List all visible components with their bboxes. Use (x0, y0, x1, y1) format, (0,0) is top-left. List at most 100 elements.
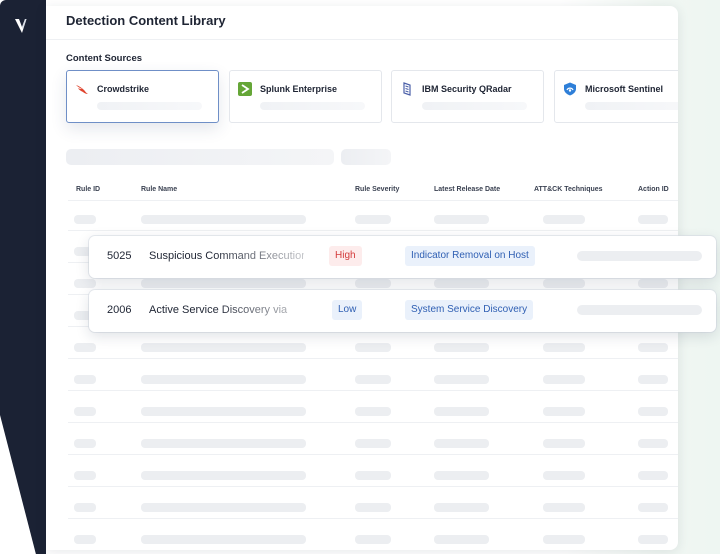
table-cell-placeholder (355, 215, 391, 224)
source-name: Splunk Enterprise (260, 84, 338, 94)
table-cell-placeholder (74, 375, 96, 384)
table-cell-placeholder (355, 535, 391, 544)
source-card-splunk[interactable]: Splunk Enterprise (229, 70, 382, 123)
row-divider (68, 390, 678, 391)
table-cell-placeholder (355, 343, 391, 352)
table-cell-placeholder (638, 343, 668, 352)
table-cell-placeholder (543, 215, 585, 224)
table-row-highlighted[interactable]: 2006 Active Service Discovery via Low Sy… (89, 290, 716, 332)
table-cell-placeholder (434, 343, 489, 352)
table-header-divider (68, 200, 678, 201)
row-divider (68, 518, 678, 519)
sidebar (0, 0, 46, 554)
column-header-rule-severity[interactable]: Rule Severity (355, 186, 399, 193)
source-subtitle-placeholder (585, 102, 678, 110)
row-divider (68, 422, 678, 423)
attack-technique-tag[interactable]: System Service Discovery (405, 300, 534, 320)
table-cell-placeholder (434, 535, 489, 544)
row-divider (68, 486, 678, 487)
table-cell-placeholder (638, 503, 668, 512)
table-cell-placeholder (638, 215, 668, 224)
table-cell-placeholder (638, 375, 668, 384)
source-card-sentinel[interactable]: Microsoft Sentinel (554, 70, 678, 123)
table-cell-placeholder (638, 439, 668, 448)
rule-id: 5025 (107, 250, 132, 262)
table-cell-placeholder (543, 343, 585, 352)
table-cell-placeholder (355, 279, 391, 288)
source-card-qradar[interactable]: IBM Security QRadar (391, 70, 544, 123)
rule-name: Suspicious Command Execution (149, 250, 304, 262)
table-cell-placeholder (141, 343, 306, 352)
row-placeholder (577, 305, 702, 315)
column-header-rule-name[interactable]: Rule Name (141, 186, 177, 193)
row-divider (68, 454, 678, 455)
table-cell-placeholder (141, 503, 306, 512)
row-divider (68, 230, 678, 231)
severity-badge: High (329, 246, 362, 266)
source-subtitle-placeholder (97, 102, 202, 110)
brand-logo-icon (15, 19, 27, 33)
table-cell-placeholder (141, 215, 306, 224)
table-cell-placeholder (74, 503, 96, 512)
table-cell-placeholder (355, 375, 391, 384)
table-cell-placeholder (74, 439, 96, 448)
attack-technique-tag[interactable]: Indicator Removal on Host (405, 246, 535, 266)
table-cell-placeholder (74, 215, 96, 224)
table-cell-placeholder (543, 279, 585, 288)
crowdstrike-falcon-icon (76, 85, 88, 94)
table-cell-placeholder (543, 439, 585, 448)
source-subtitle-placeholder (422, 102, 527, 110)
table-cell-placeholder (543, 375, 585, 384)
table-cell-placeholder (141, 471, 306, 480)
table-cell-placeholder (543, 503, 585, 512)
source-name: IBM Security QRadar (422, 84, 512, 94)
table-cell-placeholder (543, 535, 585, 544)
column-header-latest-release-date[interactable]: Latest Release Date (434, 186, 500, 193)
detection-content-library-window: Detection Content Library Content Source… (46, 6, 678, 550)
table-cell-placeholder (74, 343, 96, 352)
table-cell-placeholder (638, 279, 668, 288)
header-divider (46, 39, 678, 40)
column-header-attack-techniques[interactable]: ATT&CK Techniques (534, 186, 603, 193)
table-cell-placeholder (74, 535, 96, 544)
row-divider (68, 358, 678, 359)
table-cell-placeholder (355, 471, 391, 480)
table-cell-placeholder (434, 503, 489, 512)
table-cell-placeholder (434, 215, 489, 224)
source-name: Crowdstrike (97, 84, 150, 94)
row-placeholder (577, 251, 702, 261)
table-cell-placeholder (141, 279, 306, 288)
table-cell-placeholder (141, 375, 306, 384)
column-header-action-id[interactable]: Action ID (638, 186, 669, 193)
table-cell-placeholder (355, 503, 391, 512)
table-cell-placeholder (434, 471, 489, 480)
table-cell-placeholder (355, 439, 391, 448)
table-cell-placeholder (638, 535, 668, 544)
splunk-chevron-icon (238, 82, 252, 96)
table-cell-placeholder (74, 407, 96, 416)
rule-name: Active Service Discovery via (149, 304, 288, 316)
severity-badge: Low (332, 300, 363, 320)
rule-id: 2006 (107, 304, 132, 316)
filter-placeholder-bar (341, 149, 391, 165)
table-cell-placeholder (434, 375, 489, 384)
table-cell-placeholder (434, 439, 489, 448)
table-cell-placeholder (141, 439, 306, 448)
table-cell-placeholder (543, 471, 585, 480)
table-cell-placeholder (141, 407, 306, 416)
source-card-crowdstrike[interactable]: Crowdstrike (66, 70, 219, 123)
content-sources-label: Content Sources (66, 53, 143, 64)
table-cell-placeholder (543, 407, 585, 416)
page-title: Detection Content Library (66, 13, 226, 28)
table-cell-placeholder (434, 407, 489, 416)
qradar-icon (403, 82, 411, 96)
sentinel-shield-icon (564, 82, 576, 96)
table-row-highlighted[interactable]: 5025 Suspicious Command Execution High I… (89, 236, 716, 278)
table-cell-placeholder (74, 471, 96, 480)
source-name: Microsoft Sentinel (585, 84, 664, 94)
table-cell-placeholder (638, 407, 668, 416)
table-cell-placeholder (74, 279, 96, 288)
column-header-rule-id[interactable]: Rule ID (76, 186, 100, 193)
table-cell-placeholder (355, 407, 391, 416)
source-subtitle-placeholder (260, 102, 365, 110)
